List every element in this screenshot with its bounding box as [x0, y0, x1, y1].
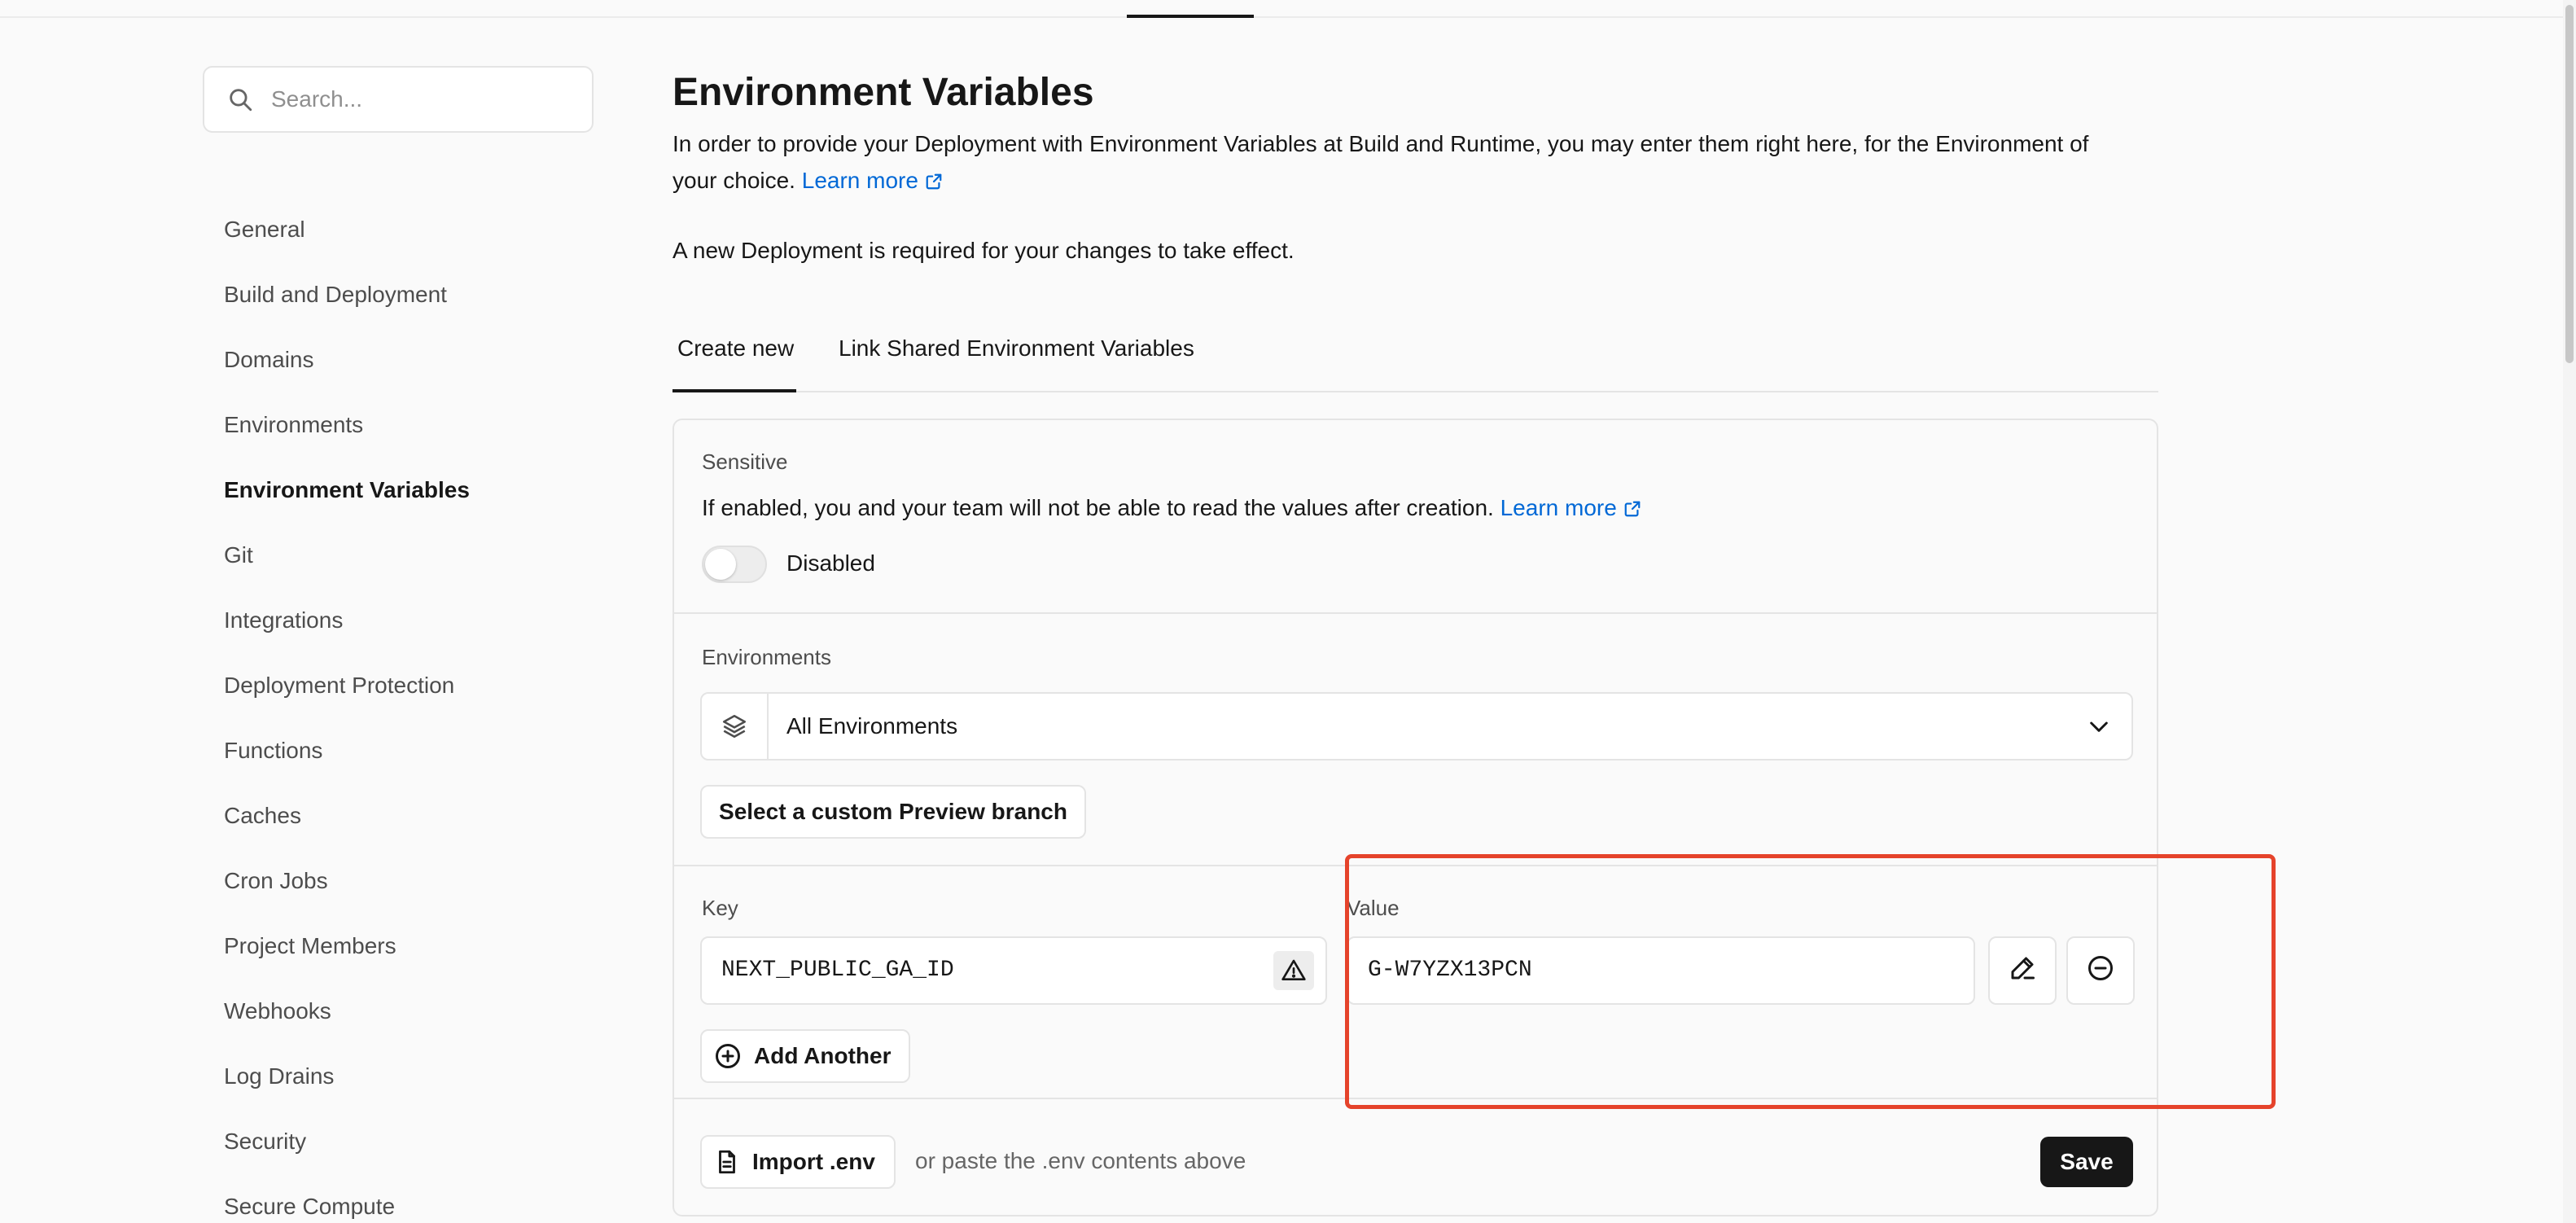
remove-variable-button[interactable]: [2066, 936, 2135, 1005]
sidebar-item-git[interactable]: Git: [224, 541, 253, 570]
top-nav-active-indicator: [1127, 15, 1254, 18]
paste-env-hint: or paste the .env contents above: [915, 1148, 1246, 1173]
search-box[interactable]: [203, 66, 594, 133]
external-link-icon: [1623, 498, 1641, 524]
sensitive-toggle[interactable]: [702, 546, 767, 583]
sidebar-item-webhooks[interactable]: Webhooks: [224, 997, 331, 1026]
page-title: Environment Variables: [672, 71, 1094, 114]
value-input[interactable]: G-W7YZX13PCN: [1347, 936, 1975, 1005]
variable-tabs: Create new Link Shared Environment Varia…: [672, 326, 2158, 392]
section-divider: [674, 1098, 2157, 1099]
tab-link-shared-variables[interactable]: Link Shared Environment Variables: [839, 335, 1194, 362]
sensitive-description: If enabled, you and your team will not b…: [702, 495, 1641, 524]
add-another-label: Add Another: [754, 1043, 892, 1068]
sidebar-item-general[interactable]: General: [224, 215, 305, 244]
search-input[interactable]: [269, 85, 582, 113]
custom-preview-branch-label: Select a custom Preview branch: [719, 799, 1067, 824]
search-icon: [224, 83, 256, 116]
sidebar-item-deployment-protection[interactable]: Deployment Protection: [224, 671, 454, 700]
sensitive-description-text: If enabled, you and your team will not b…: [702, 495, 1494, 520]
sidebar-item-build-and-deployment[interactable]: Build and Deployment: [224, 280, 447, 309]
sidebar-item-environments[interactable]: Environments: [224, 410, 363, 440]
page-description: In order to provide your Deployment with…: [672, 125, 2138, 201]
sensitive-label: Sensitive: [702, 449, 788, 474]
sidebar-item-cron-jobs[interactable]: Cron Jobs: [224, 866, 328, 896]
learn-more-label: Learn more: [801, 168, 918, 193]
add-another-button[interactable]: Add Another: [700, 1029, 910, 1083]
layers-icon: [702, 694, 769, 759]
create-variable-form: Sensitive If enabled, you and your team …: [672, 419, 2158, 1216]
top-nav-bar: [0, 0, 2576, 18]
save-button[interactable]: Save: [2040, 1137, 2133, 1187]
value-label: Value: [1347, 896, 1400, 920]
warning-icon[interactable]: [1273, 951, 1314, 990]
environments-select[interactable]: All Environments: [700, 692, 2133, 761]
sensitive-toggle-state: Disabled: [786, 550, 875, 576]
sidebar-item-log-drains[interactable]: Log Drains: [224, 1062, 334, 1091]
custom-preview-branch-button[interactable]: Select a custom Preview branch: [700, 785, 1086, 839]
import-env-label: Import .env: [752, 1149, 875, 1174]
edit-variable-button[interactable]: [1988, 936, 2057, 1005]
sidebar-item-secure-compute[interactable]: Secure Compute: [224, 1192, 395, 1221]
environments-label: Environments: [702, 645, 831, 669]
page-scrollbar[interactable]: [2563, 0, 2576, 1223]
sensitive-learn-more-label: Learn more: [1500, 495, 1617, 520]
sidebar-item-security[interactable]: Security: [224, 1127, 306, 1156]
pencil-icon: [2008, 953, 2037, 988]
key-input[interactable]: NEXT_PUBLIC_GA_ID: [700, 936, 1327, 1005]
section-divider: [674, 865, 2157, 866]
minus-circle-icon: [2086, 953, 2115, 988]
import-env-button[interactable]: Import .env: [700, 1135, 896, 1189]
sidebar-item-project-members[interactable]: Project Members: [224, 931, 396, 961]
redeploy-note: A new Deployment is required for your ch…: [672, 238, 1295, 263]
chevron-down-icon: [2086, 713, 2112, 743]
toggle-knob: [705, 549, 736, 580]
plus-circle-icon: [716, 1044, 740, 1068]
sidebar-item-integrations[interactable]: Integrations: [224, 606, 343, 635]
external-link-icon: [925, 164, 943, 201]
learn-more-link[interactable]: Learn more: [802, 168, 943, 193]
key-label: Key: [702, 896, 738, 920]
sensitive-learn-more-link[interactable]: Learn more: [1500, 495, 1641, 520]
sidebar-item-caches[interactable]: Caches: [224, 801, 301, 831]
tab-create-new[interactable]: Create new: [677, 335, 794, 362]
key-input-value: NEXT_PUBLIC_GA_ID: [721, 958, 954, 983]
section-divider: [674, 612, 2157, 614]
sidebar-item-environment-variables[interactable]: Environment Variables: [224, 476, 470, 505]
environments-selected-value: All Environments: [786, 713, 958, 739]
sidebar-item-domains[interactable]: Domains: [224, 345, 313, 375]
file-icon: [719, 1150, 735, 1174]
value-input-value: G-W7YZX13PCN: [1368, 958, 1532, 983]
scrollbar-thumb[interactable]: [2565, 5, 2574, 363]
active-tab-underline: [672, 389, 796, 392]
sidebar-item-functions[interactable]: Functions: [224, 736, 322, 765]
